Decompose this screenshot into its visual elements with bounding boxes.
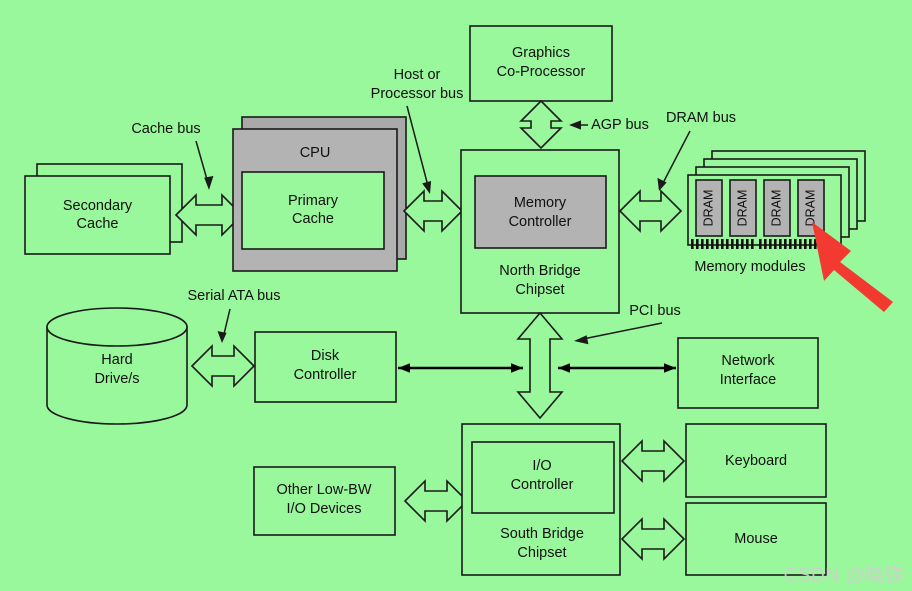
graphics-coprocessor-label-line2: Co-Processor bbox=[497, 64, 586, 80]
diagram-canvas: Secondary Cache CPU Primary Cache Graphi… bbox=[0, 0, 912, 591]
host-bus-label-line2: Processor bus bbox=[371, 86, 464, 102]
memory-modules-caption: Memory modules bbox=[694, 259, 805, 275]
disk-controller-group[interactable]: Disk Controller bbox=[254, 331, 397, 403]
pci-bus-left-line bbox=[398, 363, 523, 373]
dram-bus-label: DRAM bus bbox=[666, 110, 736, 126]
south-bridge-label-line2: Chipset bbox=[517, 545, 566, 561]
north-bridge-group[interactable]: Memory Controller North Bridge Chipset bbox=[460, 149, 620, 314]
south-bridge-label-line1: South Bridge bbox=[500, 526, 584, 542]
dram-chip: DRAM bbox=[695, 179, 723, 237]
hard-drive-top-ellipse bbox=[46, 307, 188, 347]
memory-controller-label-line1: Memory bbox=[514, 195, 567, 211]
primary-cache-label-line1: Primary bbox=[288, 193, 339, 209]
io-controller-label-line1: I/O bbox=[532, 458, 551, 474]
cpu-group[interactable]: CPU Primary Cache bbox=[232, 116, 407, 272]
disk-controller-label-line2: Controller bbox=[294, 367, 357, 383]
dram-bus-arrow bbox=[618, 189, 683, 233]
dram-chip-label-2: DRAM bbox=[769, 190, 783, 227]
dram-chip-label-3: DRAM bbox=[803, 190, 817, 227]
disk-controller-label-line1: Disk bbox=[311, 348, 340, 364]
memory-controller-label-line2: Controller bbox=[509, 214, 572, 230]
graphics-coprocessor-group[interactable]: Graphics Co-Processor bbox=[469, 25, 613, 102]
serial-ata-bus-arrow bbox=[190, 344, 256, 388]
keyboard-label: Keyboard bbox=[725, 453, 787, 469]
agp-bus-annotation: AGP bus bbox=[569, 117, 649, 133]
agp-bus-label: AGP bus bbox=[591, 117, 649, 133]
serial-ata-bus-label: Serial ATA bus bbox=[188, 288, 281, 304]
north-bridge-label-line1: North Bridge bbox=[499, 263, 580, 279]
dram-chip: DRAM bbox=[729, 179, 757, 237]
mouse-label: Mouse bbox=[734, 531, 778, 547]
other-io-devices-label-line2: I/O Devices bbox=[287, 501, 362, 517]
dram-chip: DRAM bbox=[763, 179, 791, 237]
secondary-cache-label-line1: Secondary bbox=[63, 198, 133, 214]
graphics-coprocessor-label-line1: Graphics bbox=[512, 45, 570, 61]
cache-bus-label: Cache bus bbox=[131, 121, 200, 137]
primary-cache-label-line2: Cache bbox=[292, 211, 334, 227]
memory-controller-box bbox=[474, 175, 607, 249]
block-diagram: Secondary Cache CPU Primary Cache Graphi… bbox=[24, 25, 893, 576]
hard-drive-label-line2: Drive/s bbox=[94, 371, 139, 387]
network-interface-label-line2: Interface bbox=[720, 372, 776, 388]
hard-drive-group[interactable]: Hard Drive/s bbox=[46, 307, 188, 425]
hard-drive-label-line1: Hard bbox=[101, 352, 132, 368]
cpu-label: CPU bbox=[300, 145, 331, 161]
io-controller-label-line2: Controller bbox=[511, 477, 574, 493]
keyboard-bus-arrow bbox=[620, 439, 686, 483]
dram-chip-label-0: DRAM bbox=[701, 190, 715, 227]
south-bridge-group[interactable]: I/O Controller South Bridge Chipset bbox=[461, 423, 621, 576]
other-io-devices-group[interactable]: Other Low-BW I/O Devices bbox=[253, 466, 396, 536]
host-processor-bus-arrow bbox=[402, 189, 464, 233]
mouse-group[interactable]: Mouse bbox=[685, 502, 827, 576]
network-interface-label-line1: Network bbox=[721, 353, 775, 369]
cache-bus-arrow bbox=[174, 193, 244, 237]
red-highlight-arrow bbox=[812, 222, 893, 312]
other-io-devices-label-line1: Other Low-BW bbox=[276, 482, 371, 498]
host-bus-label-line1: Host or bbox=[394, 67, 441, 83]
keyboard-group[interactable]: Keyboard bbox=[685, 423, 827, 498]
secondary-cache-label-line2: Cache bbox=[77, 216, 119, 232]
dram-chip: DRAM bbox=[797, 179, 825, 237]
mouse-bus-arrow bbox=[620, 517, 686, 561]
pci-bus-right-line bbox=[558, 363, 676, 373]
other-io-bus-arrow bbox=[403, 479, 469, 523]
dram-chip-label-1: DRAM bbox=[735, 190, 749, 227]
agp-bus-arrow bbox=[519, 99, 563, 150]
pci-bus-label: PCI bus bbox=[629, 303, 681, 319]
secondary-cache-group[interactable]: Secondary Cache bbox=[24, 163, 183, 255]
north-bridge-label-line2: Chipset bbox=[515, 282, 564, 298]
pci-bus-arrow bbox=[516, 311, 564, 420]
network-interface-group[interactable]: Network Interface bbox=[677, 337, 819, 409]
